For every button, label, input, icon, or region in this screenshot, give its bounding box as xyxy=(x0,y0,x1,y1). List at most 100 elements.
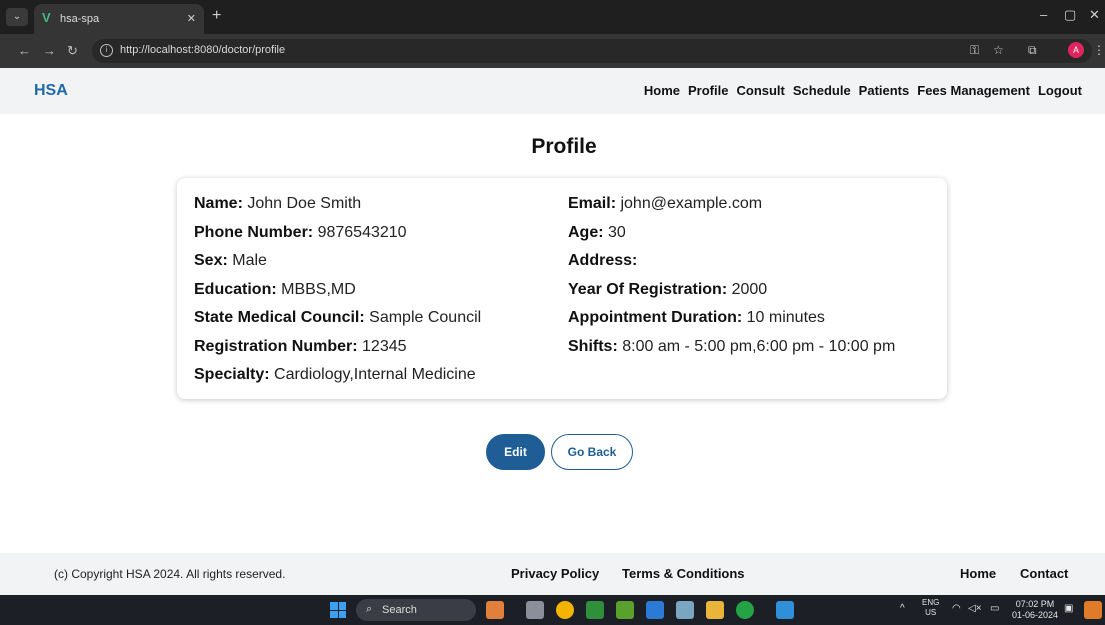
tray-chevron-up-icon[interactable]: ^ xyxy=(900,603,905,614)
field-state-medical-council: State Medical Council: Sample Council xyxy=(194,307,481,336)
close-window-icon[interactable]: ✕ xyxy=(1089,7,1100,23)
nav-schedule[interactable]: Schedule xyxy=(793,83,851,98)
search-icon: ⌕ xyxy=(366,603,373,615)
lang-top: ENG xyxy=(922,598,940,607)
clock-date: 01-06-2024 xyxy=(1012,610,1059,620)
volume-icon[interactable]: ◁× xyxy=(968,603,982,614)
field-appointment-duration: Appointment Duration: 10 minutes xyxy=(568,307,895,336)
field-address: Address: xyxy=(568,250,895,279)
app-icon[interactable] xyxy=(586,601,604,619)
nav-profile[interactable]: Profile xyxy=(688,83,728,98)
footer-contact-link[interactable]: Contact xyxy=(1020,566,1068,581)
widget-icon[interactable] xyxy=(486,601,504,619)
nav-logout[interactable]: Logout xyxy=(1038,83,1082,98)
system-clock[interactable]: 07:02 PM 01-06-2024 xyxy=(1012,599,1058,621)
terms-conditions-link[interactable]: Terms & Conditions xyxy=(622,566,745,581)
field-label: Specialty: xyxy=(194,366,270,383)
privacy-policy-link[interactable]: Privacy Policy xyxy=(511,566,599,581)
lang-bottom: US xyxy=(925,608,937,617)
field-value: 8:00 am - 5:00 pm,6:00 pm - 10:00 pm xyxy=(622,337,896,355)
field-label: Sex: xyxy=(194,252,228,269)
field-value: 2000 xyxy=(731,280,768,298)
browser-tab[interactable]: V hsa-spa ✕ xyxy=(34,4,204,34)
battery-icon[interactable]: ▭ xyxy=(990,603,999,614)
new-tab-icon[interactable]: + xyxy=(212,7,221,25)
profile-right-column: Email: john@example.com Age: 30 Address:… xyxy=(568,193,895,364)
field-label: Education: xyxy=(194,280,277,298)
whatsapp-icon[interactable] xyxy=(736,601,754,619)
field-label: Year Of Registration: xyxy=(568,280,728,298)
file-explorer-icon[interactable] xyxy=(706,601,724,619)
field-value: 10 minutes xyxy=(746,309,825,326)
profile-left-column: Name: John Doe Smith Phone Number: 98765… xyxy=(194,193,481,393)
field-value: MBBS,MD xyxy=(281,280,356,298)
field-value: Cardiology,Internal Medicine xyxy=(274,366,476,383)
clock-time: 07:02 PM xyxy=(1015,599,1055,609)
field-email: Email: john@example.com xyxy=(568,193,895,222)
settings-icon[interactable] xyxy=(676,601,694,619)
profile-avatar[interactable]: A xyxy=(1068,42,1084,58)
forward-arrow-icon[interactable]: → xyxy=(43,43,56,58)
field-label: State Medical Council: xyxy=(194,309,365,326)
url-input[interactable]: i http://localhost:8080/doctor/profile xyxy=(92,39,1092,63)
browser-tab-bar: ⌄ V hsa-spa ✕ + – ▢ ✕ xyxy=(0,0,1105,34)
restore-icon[interactable]: ▢ xyxy=(1064,7,1076,23)
windows-start-icon[interactable] xyxy=(330,602,346,618)
back-arrow-icon[interactable]: ← xyxy=(18,43,31,58)
os-taskbar: ⌕ Search ^ ENG US ◠ ◁× ▭ 07:02 PM 01-06-2… xyxy=(0,595,1105,625)
field-value: John Doe Smith xyxy=(247,195,362,212)
footer-home-link[interactable]: Home xyxy=(960,566,996,581)
copyright-text: (c) Copyright HSA 2024. All rights reser… xyxy=(54,567,286,581)
go-back-button[interactable]: Go Back xyxy=(551,434,633,470)
address-bar: ← → ↻ i http://localhost:8080/doctor/pro… xyxy=(0,34,1105,68)
field-shifts: Shifts: 8:00 am - 5:00 pm,6:00 pm - 10:0… xyxy=(568,336,895,365)
reload-icon[interactable]: ↻ xyxy=(67,43,78,59)
field-age: Age: 30 xyxy=(568,222,895,251)
photos-icon[interactable] xyxy=(776,601,794,619)
taskbar-search[interactable]: ⌕ Search xyxy=(356,599,476,621)
nav-home[interactable]: Home xyxy=(644,83,680,98)
field-label: Address: xyxy=(568,252,638,269)
field-year-of-registration: Year Of Registration: 2000 xyxy=(568,279,895,308)
notification-icon[interactable]: ▣ xyxy=(1064,603,1073,614)
tab-search-icon[interactable]: ⌄ xyxy=(6,8,28,26)
wifi-icon[interactable]: ◠ xyxy=(952,603,961,614)
field-registration-number: Registration Number: 12345 xyxy=(194,336,481,365)
nav-fees-management[interactable]: Fees Management xyxy=(917,83,1030,98)
footer: (c) Copyright HSA 2024. All rights reser… xyxy=(0,553,1105,595)
page-title: Profile xyxy=(531,135,597,158)
bookmark-star-icon[interactable]: ☆ xyxy=(993,43,1004,57)
vue-favicon-icon: V xyxy=(42,10,51,25)
field-name: Name: John Doe Smith xyxy=(194,193,481,222)
field-specialty: Specialty: Cardiology,Internal Medicine xyxy=(194,364,481,393)
field-value: Sample Council xyxy=(369,309,482,326)
nav-links: Home Profile Consult Schedule Patients F… xyxy=(644,83,1082,98)
field-label: Age: xyxy=(568,223,604,241)
close-tab-icon[interactable]: ✕ xyxy=(187,12,196,25)
profile-card: Name: John Doe Smith Phone Number: 98765… xyxy=(177,178,947,399)
password-key-icon[interactable]: ⚿ xyxy=(970,43,979,58)
browser-menu-icon[interactable]: ⋮ xyxy=(1093,43,1105,57)
field-label: Shifts: xyxy=(568,337,618,355)
app-navbar: HSA Home Profile Consult Schedule Patien… xyxy=(0,68,1105,114)
extensions-icon[interactable]: ⧉ xyxy=(1028,43,1037,58)
field-education: Education: MBBS,MD xyxy=(194,279,481,308)
notepad-icon[interactable] xyxy=(616,601,634,619)
nav-patients[interactable]: Patients xyxy=(859,83,910,98)
vscode-icon[interactable] xyxy=(646,601,664,619)
language-indicator[interactable]: ENG US xyxy=(922,598,939,618)
minimize-icon[interactable]: – xyxy=(1040,7,1047,22)
nav-consult[interactable]: Consult xyxy=(736,83,784,98)
field-label: Email: xyxy=(568,195,617,212)
field-label: Appointment Duration: xyxy=(568,309,743,326)
field-value: john@example.com xyxy=(620,195,763,212)
task-view-icon[interactable] xyxy=(526,601,544,619)
edit-button[interactable]: Edit xyxy=(486,434,545,470)
chrome-icon[interactable] xyxy=(556,601,574,619)
tab-title: hsa-spa xyxy=(60,13,100,25)
taskbar-search-label: Search xyxy=(382,604,417,616)
brand-logo[interactable]: HSA xyxy=(34,82,68,100)
site-info-icon[interactable]: i xyxy=(100,44,113,57)
copilot-icon[interactable] xyxy=(1084,601,1102,619)
url-text: http://localhost:8080/doctor/profile xyxy=(120,44,286,56)
